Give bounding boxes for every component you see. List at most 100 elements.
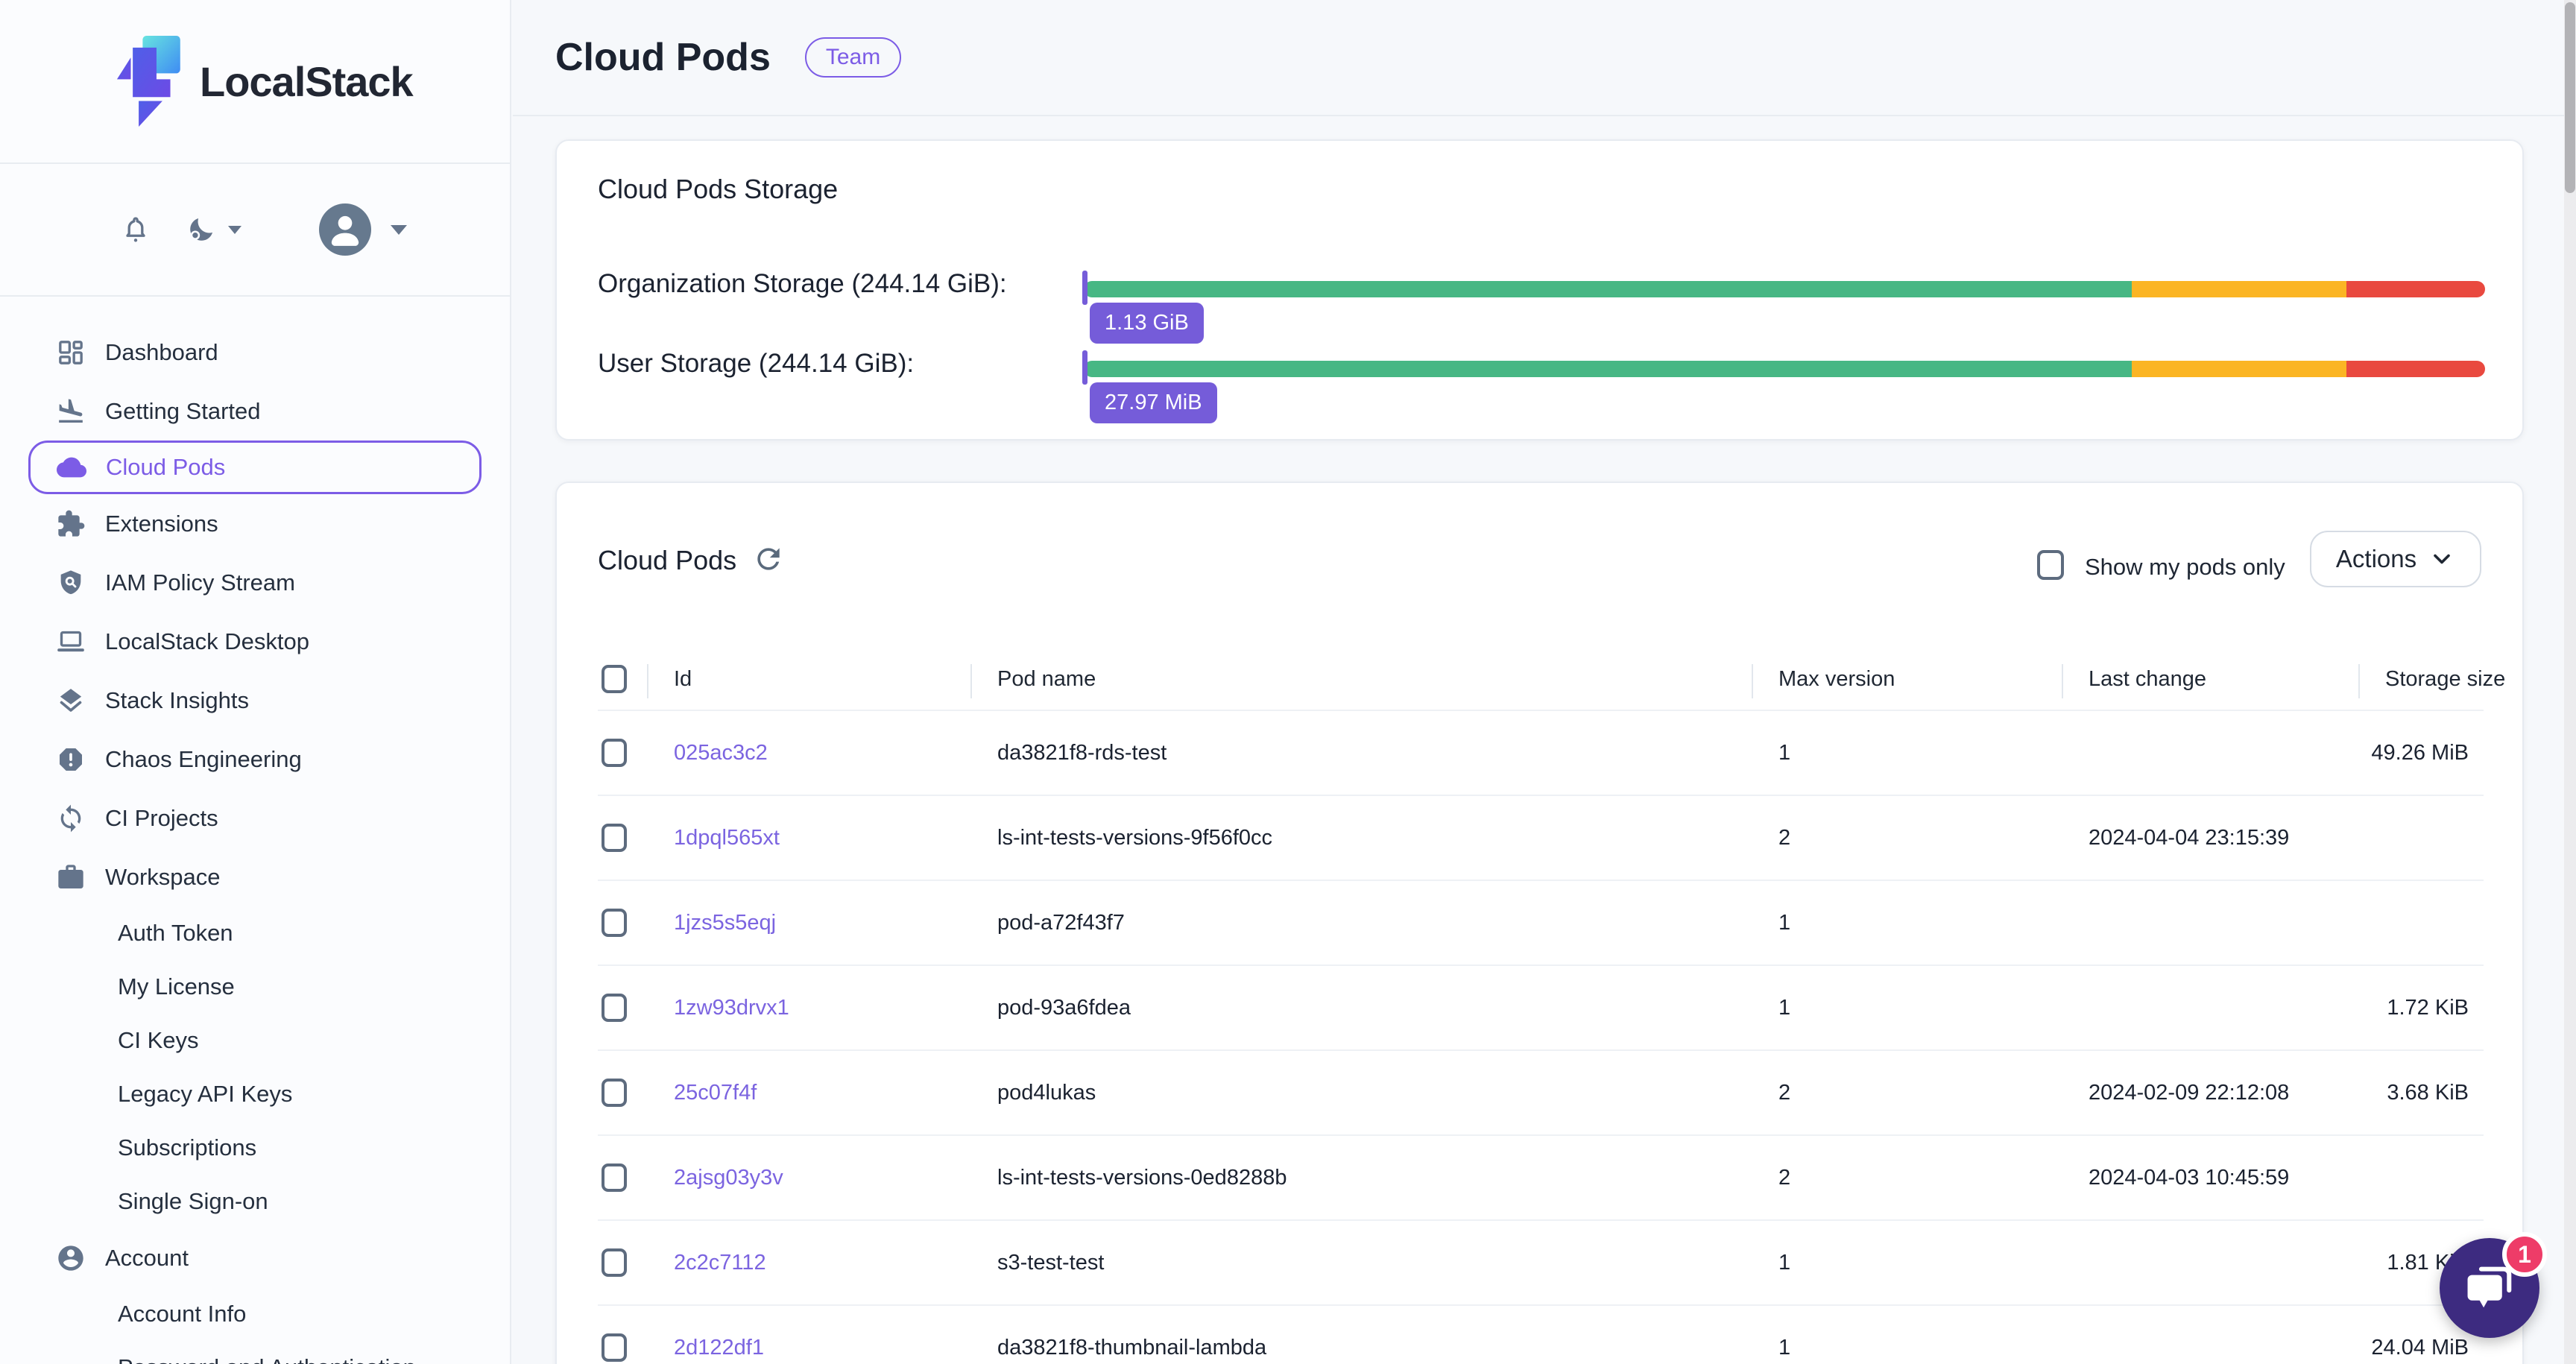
sidebar-item-workspace[interactable]: Workspace (0, 847, 510, 906)
pod-id-link[interactable]: 2ajsg03y3v (647, 1166, 970, 1190)
column-header-id[interactable]: Id (647, 667, 970, 692)
sidebar-item-password-authentication[interactable]: Password and Authentication (0, 1341, 510, 1364)
pod-name-cell: pod-a72f43f7 (970, 911, 1752, 935)
table-row: 2d122df1 da3821f8-thumbnail-lambda 1 24.… (598, 1304, 2484, 1364)
storage-size-cell: 3.68 KiB (2358, 1081, 2484, 1105)
table-row: 2c2c7112 s3-test-test 1 1.81 KiB (598, 1219, 2484, 1304)
refresh-icon[interactable] (752, 543, 785, 575)
dashboard-icon (56, 338, 86, 367)
pod-id-link[interactable]: 1dpql565xt (647, 826, 970, 850)
actions-button[interactable]: Actions (2310, 531, 2481, 587)
row-checkbox[interactable] (602, 909, 627, 937)
sidebar-item-getting-started[interactable]: Getting Started (0, 382, 510, 441)
scrollbar-thumb[interactable] (2565, 2, 2575, 193)
theme-caret-icon[interactable] (228, 226, 242, 234)
max-version-cell: 1 (1752, 911, 2062, 935)
pod-name-cell: s3-test-test (970, 1251, 1752, 1275)
cloud-pods-table-card: Cloud Pods Show my pods only Actions Id … (555, 481, 2524, 1364)
pod-name-cell: da3821f8-rds-test (970, 741, 1752, 765)
table-row: 1dpql565xt ls-int-tests-versions-9f56f0c… (598, 795, 2484, 880)
column-header-pod-name[interactable]: Pod name (970, 667, 1752, 692)
max-version-cell: 1 (1752, 1336, 2062, 1360)
row-checkbox[interactable] (602, 824, 627, 852)
sidebar-item-account-info[interactable]: Account Info (0, 1287, 510, 1341)
sidebar-item-label: IAM Policy Stream (105, 569, 295, 596)
account-caret-icon[interactable] (391, 225, 407, 235)
page-scrollbar[interactable] (2564, 0, 2576, 1364)
shield-search-icon (56, 568, 86, 598)
storage-size-cell: 49.26 MiB (2358, 741, 2484, 765)
storage-card-title: Cloud Pods Storage (598, 174, 838, 205)
storage-bar-red-segment (2346, 361, 2485, 377)
user-storage-label: User Storage (244.14 GiB): (598, 349, 914, 379)
sidebar-item-localstack-desktop[interactable]: LocalStack Desktop (0, 612, 510, 671)
notifications-bell-icon[interactable] (119, 213, 152, 246)
max-version-cell: 1 (1752, 741, 2062, 765)
sidebar-item-label: Chaos Engineering (105, 746, 302, 773)
plane-landing-icon (56, 397, 86, 426)
sidebar-item-label: CI Keys (118, 1027, 199, 1054)
pod-id-link[interactable]: 2d122df1 (647, 1336, 970, 1360)
table-row: 2ajsg03y3v ls-int-tests-versions-0ed8288… (598, 1134, 2484, 1219)
sidebar-item-label: Single Sign-on (118, 1188, 268, 1215)
sidebar-item-label: CI Projects (105, 805, 218, 832)
pod-id-link[interactable]: 2c2c7112 (647, 1251, 970, 1275)
org-storage-label: Organization Storage (244.14 GiB): (598, 269, 1007, 299)
column-header-last-change[interactable]: Last change (2062, 667, 2358, 692)
briefcase-icon (56, 862, 86, 892)
row-checkbox[interactable] (602, 1333, 627, 1362)
sidebar-item-iam-policy-stream[interactable]: IAM Policy Stream (0, 553, 510, 612)
person-icon (319, 203, 371, 256)
chevron-down-icon (2428, 546, 2455, 572)
org-storage-value-badge: 1.13 GiB (1090, 303, 1204, 344)
sidebar-item-label: Extensions (105, 511, 218, 537)
sidebar-item-single-sign-on[interactable]: Single Sign-on (0, 1175, 510, 1228)
table-row: 1zw93drvx1 pod-93a6fdea 1 1.72 KiB (598, 964, 2484, 1049)
sidebar-item-subscriptions[interactable]: Subscriptions (0, 1121, 510, 1175)
row-checkbox[interactable] (602, 994, 627, 1022)
sidebar-item-extensions[interactable]: Extensions (0, 494, 510, 553)
sidebar-item-dashboard[interactable]: Dashboard (0, 323, 510, 382)
sidebar-nav: Dashboard Getting Started Cloud Pods (0, 297, 510, 1364)
pod-id-link[interactable]: 25c07f4f (647, 1081, 970, 1105)
main-content: Cloud Pods Team Cloud Pods Storage Organ… (513, 0, 2564, 1364)
sidebar-item-stack-insights[interactable]: Stack Insights (0, 671, 510, 730)
sidebar-item-cloud-pods[interactable]: Cloud Pods (28, 441, 482, 494)
brand-name: LocalStack (200, 57, 413, 106)
sidebar-item-chaos-engineering[interactable]: Chaos Engineering (0, 730, 510, 789)
pod-name-cell: pod4lukas (970, 1081, 1752, 1105)
row-checkbox[interactable] (602, 739, 627, 767)
localstack-console: LocalStack (0, 0, 2576, 1364)
sidebar-item-label: My License (118, 973, 235, 1000)
last-change-cell: 2024-04-04 23:15:39 (2062, 826, 2358, 850)
sidebar-item-auth-token[interactable]: Auth Token (0, 906, 510, 960)
org-storage-usage-marker (1082, 271, 1087, 305)
sidebar-iconbar (0, 164, 510, 295)
sidebar-item-ci-keys[interactable]: CI Keys (0, 1014, 510, 1067)
localstack-logo[interactable]: LocalStack (0, 0, 510, 162)
sidebar-item-ci-projects[interactable]: CI Projects (0, 789, 510, 847)
team-plan-badge: Team (805, 37, 901, 78)
pod-id-link[interactable]: 1zw93drvx1 (647, 996, 970, 1020)
select-all-checkbox[interactable] (602, 665, 627, 693)
sidebar-item-account[interactable]: Account (0, 1228, 510, 1287)
show-my-pods-checkbox[interactable] (2037, 550, 2064, 580)
account-circle-icon (56, 1243, 86, 1273)
pod-id-link[interactable]: 1jzs5s5eqj (647, 911, 970, 935)
sidebar-item-legacy-api-keys[interactable]: Legacy API Keys (0, 1067, 510, 1121)
row-checkbox[interactable] (602, 1163, 627, 1192)
theme-moon-icon[interactable] (185, 213, 218, 246)
pod-id-link[interactable]: 025ac3c2 (647, 741, 970, 765)
pod-name-cell: ls-int-tests-versions-9f56f0cc (970, 826, 1752, 850)
laptop-icon (56, 627, 86, 657)
row-checkbox[interactable] (602, 1079, 627, 1107)
row-checkbox[interactable] (602, 1248, 627, 1277)
user-storage-value-badge: 27.97 MiB (1090, 382, 1217, 423)
user-storage-usage-marker (1082, 350, 1087, 385)
chat-widget-button[interactable]: 1 (2440, 1238, 2539, 1338)
sidebar-item-my-license[interactable]: My License (0, 960, 510, 1014)
column-header-storage-size[interactable]: Storage size (2358, 667, 2523, 692)
avatar[interactable] (319, 203, 371, 256)
sidebar-item-label: Auth Token (118, 920, 233, 947)
column-header-max-version[interactable]: Max version (1752, 667, 2062, 692)
